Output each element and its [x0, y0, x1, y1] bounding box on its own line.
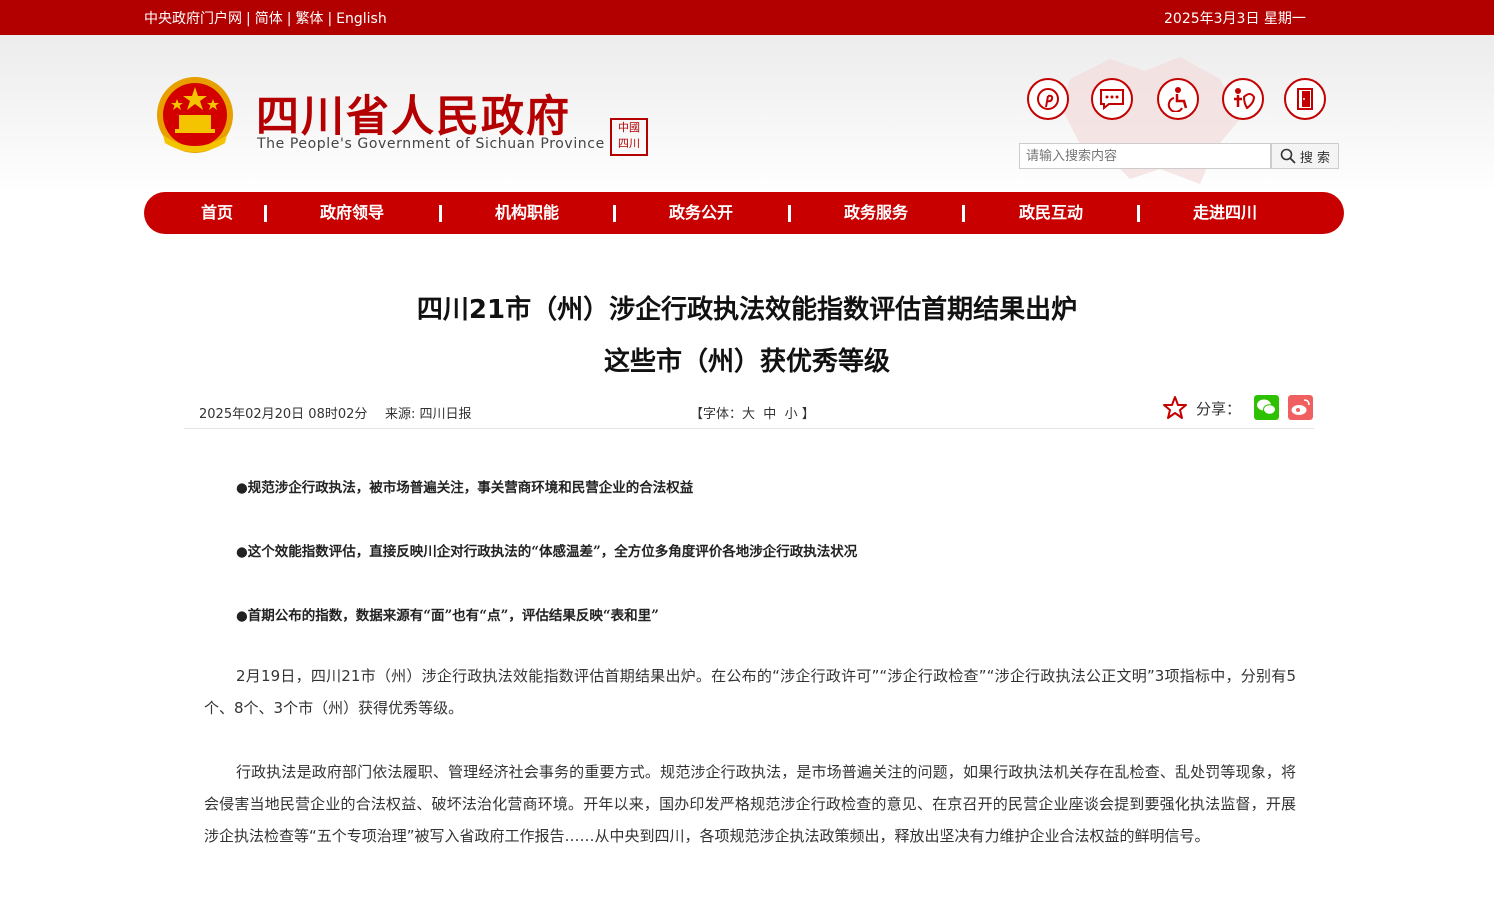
pinterest-like-icon[interactable]	[1027, 78, 1069, 120]
elder-care-icon[interactable]	[1222, 78, 1264, 120]
english-link[interactable]: English	[336, 11, 387, 27]
nav-about-sichuan[interactable]: 走进四川	[1193, 192, 1257, 234]
font-size-small[interactable]: 小	[785, 407, 798, 422]
nav-gov-affairs[interactable]: 政务公开	[669, 192, 733, 234]
nav-interaction[interactable]: 政民互动	[1019, 192, 1083, 234]
nav-divider	[613, 205, 616, 222]
top-links: 中央政府门户网 | 简体 | 繁体 | English	[144, 8, 387, 28]
current-date: 2025年3月3日 星期一	[1164, 11, 1306, 27]
search-icon	[1280, 148, 1296, 164]
search-button[interactable]: 搜 索	[1271, 143, 1339, 169]
font-size-medium[interactable]: 中	[763, 407, 776, 422]
favorite-star-icon[interactable]	[1162, 395, 1188, 421]
separator: |	[246, 11, 251, 27]
article-source: 来源: 四川日报	[385, 407, 472, 422]
nav-institutions[interactable]: 机构职能	[495, 192, 559, 234]
national-emblem-icon	[157, 77, 233, 153]
seal-logo: 中國 四川	[610, 118, 648, 156]
summary-bullet: ●规范涉企行政执法，被市场普遍关注，事关营商环境和民营企业的合法权益	[236, 480, 694, 496]
simplified-link[interactable]: 简体	[255, 11, 283, 27]
traditional-link[interactable]: 繁体	[295, 11, 323, 27]
accessibility-icon[interactable]	[1157, 78, 1199, 120]
nav-divider	[264, 205, 267, 222]
central-gov-link[interactable]: 中央政府门户网	[144, 11, 242, 27]
search-input[interactable]	[1019, 143, 1271, 169]
font-size-control: 【字体：大 中 小 】	[690, 403, 815, 422]
top-bar: 中央政府门户网 | 简体 | 繁体 | English 2025年3月3日 星期一	[0, 0, 1494, 35]
nav-home[interactable]: 首页	[201, 192, 233, 234]
nav-divider	[788, 205, 791, 222]
meta-divider	[184, 428, 1314, 429]
article-title-line2: 这些市（州）获优秀等级	[603, 347, 890, 377]
separator: |	[327, 11, 333, 27]
nav-gov-services[interactable]: 政务服务	[844, 192, 908, 234]
wechat-share-icon[interactable]	[1254, 395, 1279, 420]
nav-divider	[962, 205, 965, 222]
nav-divider	[439, 205, 442, 222]
article-datetime: 2025年02月20日 08时02分	[199, 407, 368, 422]
main-nav: 首页 政府领导 机构职能 政务公开 政务服务 政民互动 走进四川	[144, 192, 1344, 234]
site-title-english: The People's Government of Sichuan Provi…	[257, 136, 605, 152]
font-size-label-end: 】	[801, 407, 815, 422]
article-paragraph: 2月19日，四川21市（州）涉企行政执法效能指数评估首期结果出炉。在公布的“涉企…	[204, 667, 1296, 717]
summary-bullet: ●这个效能指数评估，直接反映川企对行政执法的“体感温差”，全方位多角度评价各地涉…	[236, 544, 858, 560]
summary-bullet: ●首期公布的指数，数据来源有“面”也有“点”，评估结果反映“表和里”	[236, 608, 659, 624]
exit-door-icon[interactable]	[1284, 78, 1326, 120]
site-title[interactable]: 四川省人民政府	[256, 82, 571, 144]
site-header: 四川省人民政府 The People's Government of Sichu…	[0, 35, 1494, 192]
article-title-line1: 四川21市（州）涉企行政执法效能指数评估首期结果出炉	[416, 295, 1078, 325]
weibo-share-icon[interactable]	[1288, 395, 1313, 420]
search-button-label: 搜 索	[1299, 150, 1331, 166]
font-size-label: 【字体：	[690, 407, 743, 422]
search-box: 搜 索	[1019, 143, 1339, 169]
font-size-large[interactable]: 大	[742, 407, 755, 422]
message-icon[interactable]	[1091, 78, 1133, 120]
separator: |	[286, 11, 292, 27]
nav-gov-leaders[interactable]: 政府领导	[320, 192, 384, 234]
nav-divider	[1137, 205, 1140, 222]
share-label: 分享：	[1196, 400, 1242, 418]
article-paragraph: 行政执法是政府部门依法履职、管理经济社会事务的重要方式。规范涉企行政执法，是市场…	[204, 763, 1296, 845]
